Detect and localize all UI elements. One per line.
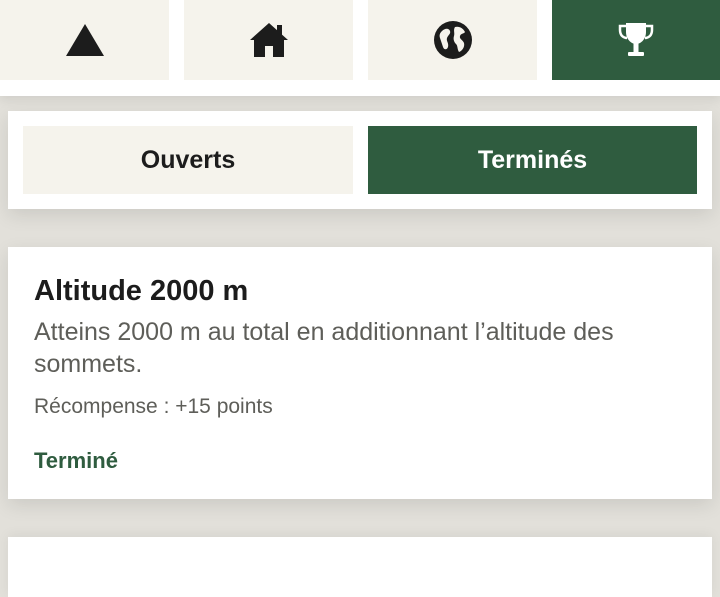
nav-tab-home[interactable] (184, 0, 353, 80)
achievement-card[interactable]: Altitude 2000 m Atteins 2000 m au total … (8, 247, 712, 499)
achievement-reward: Récompense : +15 points (34, 395, 273, 418)
filter-done-button[interactable]: Terminés (368, 126, 697, 194)
achievement-description: Atteins 2000 m au total en additionnant … (34, 318, 614, 378)
achievement-title: Altitude 2000 m (34, 275, 249, 307)
filter-open-button[interactable]: Ouverts (23, 126, 353, 194)
trophy-icon (618, 23, 654, 56)
globe-icon (433, 21, 472, 59)
top-navigation (0, 0, 720, 96)
achievement-status: Terminé (34, 448, 118, 473)
nav-tab-world[interactable] (368, 0, 537, 80)
mountain-icon (65, 24, 104, 56)
home-icon (249, 23, 288, 57)
achievement-filter: Ouverts Terminés (8, 111, 712, 209)
nav-tab-achievements[interactable] (552, 0, 720, 80)
achievement-card-next[interactable] (8, 537, 712, 597)
nav-tab-peaks[interactable] (0, 0, 169, 80)
